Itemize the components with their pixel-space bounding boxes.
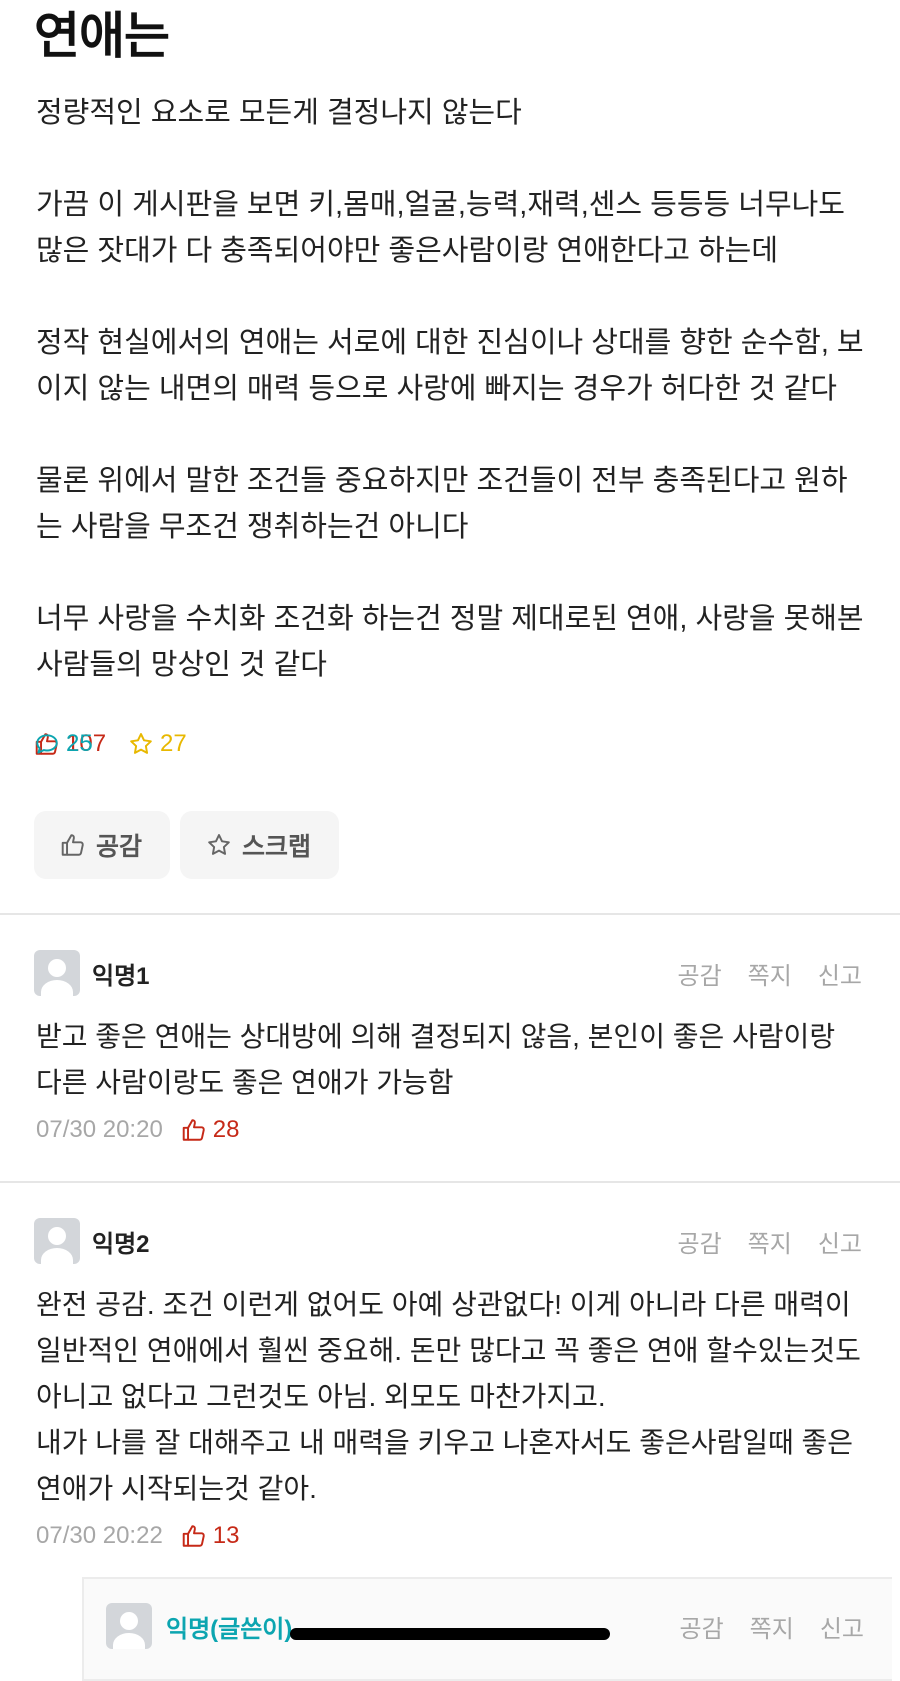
comment-like-count: 28 xyxy=(181,1116,240,1144)
reply-options: 공감 쪽지 신고 xyxy=(679,1609,864,1644)
comment-like-value: 28 xyxy=(212,1116,240,1143)
post-paragraph: 너무 사랑을 수치화 조건화 하는건 정말 제대로된 연애, 사랑을 못해본 사… xyxy=(36,603,872,681)
reply-like-button[interactable]: 공감 xyxy=(679,1609,723,1644)
comment-report-button[interactable]: 신고 xyxy=(818,956,862,991)
reply-message-button[interactable]: 쪽지 xyxy=(750,1609,794,1644)
comment-like-button[interactable]: 공감 xyxy=(677,1224,721,1259)
comment-count-value: 25 xyxy=(66,730,93,757)
divider xyxy=(0,1181,900,1183)
thumbs-up-icon xyxy=(181,1117,207,1143)
comment-author: 익명1 xyxy=(92,963,150,990)
post-paragraph: 물론 위에서 말한 조건들 중요하지만 조건들이 전부 충족된다고 원하는 사람… xyxy=(36,465,848,543)
comment-text: 받고 좋은 연애는 상대방에 의해 결정되지 않음, 본인이 좋은 사람이랑 다… xyxy=(36,1021,843,1098)
comment-like-value: 13 xyxy=(212,1522,240,1549)
comment-item: 익명2 공감 쪽지 신고 완전 공감. 조건 이런게 없어도 아예 상관없다! … xyxy=(0,1218,900,1550)
comment-options: 공감 쪽지 신고 xyxy=(677,956,862,991)
comment-options: 공감 쪽지 신고 xyxy=(677,1224,862,1259)
thumbs-up-icon xyxy=(181,1523,207,1549)
post-actions: 공감 스크랩 xyxy=(34,811,340,879)
speech-bubble-icon xyxy=(34,731,60,757)
reply-report-button[interactable]: 신고 xyxy=(820,1609,864,1644)
comment-author: 익명2 xyxy=(92,1231,150,1258)
post-stats: 107 25 27 xyxy=(34,730,187,758)
comment-like-count: 13 xyxy=(181,1522,240,1550)
post-title: 연애는 xyxy=(34,8,170,64)
comment-message-button[interactable]: 쪽지 xyxy=(748,1224,792,1259)
home-indicator[interactable] xyxy=(290,1628,610,1640)
comment-time: 07/30 20:20 xyxy=(36,1116,163,1143)
comment-text: 완전 공감. 조건 이런게 없어도 아예 상관없다! 이게 아니라 다른 매력이… xyxy=(36,1289,861,1504)
scrap-button[interactable]: 스크랩 xyxy=(180,811,340,879)
star-icon xyxy=(206,832,232,858)
like-button[interactable]: 공감 xyxy=(34,811,171,879)
comment-item: 익명1 공감 쪽지 신고 받고 좋은 연애는 상대방에 의해 결정되지 않음, … xyxy=(0,950,900,1144)
post-paragraph: 정작 현실에서의 연애는 서로에 대한 진심이나 상대를 향한 순수함, 보이지… xyxy=(36,327,864,405)
post-paragraph: 가끔 이 게시판을 보면 키,몸매,얼굴,능력,재력,센스 등등등 너무나도 많… xyxy=(36,189,854,267)
comment-report-button[interactable]: 신고 xyxy=(818,1224,862,1259)
divider xyxy=(0,913,900,915)
reply-author: 익명(글쓴이) xyxy=(166,1616,293,1643)
comment-message-button[interactable]: 쪽지 xyxy=(748,956,792,991)
comment-time: 07/30 20:22 xyxy=(36,1522,163,1549)
scrap-button-label: 스크랩 xyxy=(242,833,312,861)
avatar xyxy=(34,1218,80,1264)
post-paragraph: 정량적인 요소로 모든게 결정나지 않는다 xyxy=(36,97,522,129)
like-button-label: 공감 xyxy=(96,833,143,861)
post-body: 정량적인 요소로 모든게 결정나지 않는다 가끔 이 게시판을 보면 키,몸매,… xyxy=(36,90,866,734)
thumbs-up-icon xyxy=(60,832,86,858)
comment-like-button[interactable]: 공감 xyxy=(677,956,721,991)
avatar xyxy=(34,950,80,996)
avatar xyxy=(106,1603,152,1649)
comment-count: 25 xyxy=(34,730,900,758)
